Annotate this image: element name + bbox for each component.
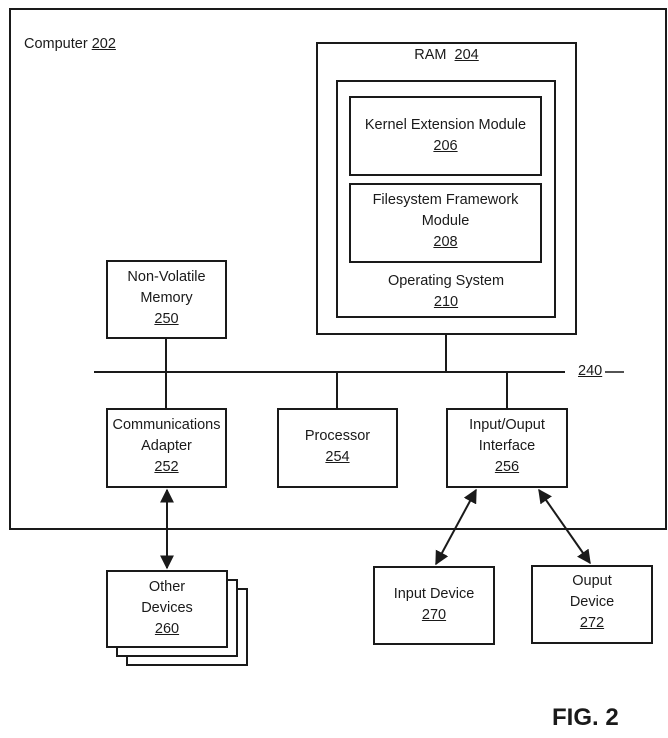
- io-output-arrow: [538, 488, 591, 565]
- figure-caption: FIG. 2: [552, 704, 619, 731]
- connections: [94, 335, 624, 570]
- bus-ref: 240: [578, 363, 603, 379]
- io-input-arrow: [435, 488, 477, 566]
